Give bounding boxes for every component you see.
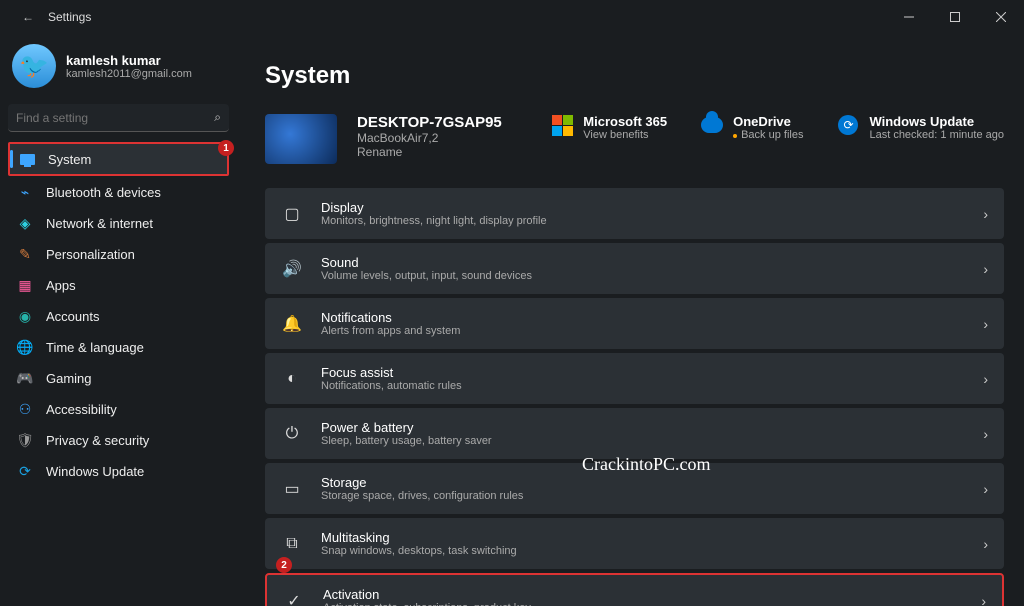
- nav-label: Privacy & security: [46, 433, 149, 448]
- tile-title: Microsoft 365: [583, 114, 667, 129]
- tile-title: OneDrive: [733, 114, 803, 129]
- nav-label: Personalization: [46, 247, 135, 262]
- moon-icon: ◐: [281, 370, 303, 388]
- brush-icon: ✎: [16, 245, 34, 263]
- nav-label: System: [48, 152, 91, 167]
- nav-accessibility[interactable]: ⚇ Accessibility: [8, 394, 235, 424]
- shield-icon: 🛡: [16, 431, 34, 449]
- warning-dot-icon: [733, 134, 737, 138]
- sidebar: 🐦 kamlesh kumar kamlesh2011@gmail.com ⌕ …: [0, 34, 235, 606]
- update-icon: ⟳: [837, 114, 859, 136]
- sync-icon: ⟳: [16, 462, 34, 480]
- tile-microsoft365[interactable]: Microsoft 365View benefits: [551, 114, 667, 141]
- nav-apps[interactable]: ▦ Apps: [8, 270, 235, 300]
- chevron-right-icon: ›: [983, 426, 988, 442]
- settings-list: ▢DisplayMonitors, brightness, night ligh…: [265, 188, 1004, 606]
- power-icon: ⏻: [281, 425, 303, 443]
- nav-label: Accounts: [46, 309, 99, 324]
- setting-notifications[interactable]: 🔔NotificationsAlerts from apps and syste…: [265, 298, 1004, 349]
- search-icon: ⌕: [214, 110, 221, 125]
- chevron-right-icon: ›: [983, 261, 988, 277]
- accessibility-icon: ⚇: [16, 400, 34, 418]
- setting-storage[interactable]: ▭StorageStorage space, drives, configura…: [265, 463, 1004, 514]
- user-email: kamlesh2011@gmail.com: [66, 68, 192, 80]
- page-title: System: [265, 62, 1004, 90]
- setting-power[interactable]: ⏻Power & batterySleep, battery usage, ba…: [265, 408, 1004, 459]
- search-input[interactable]: [16, 111, 214, 125]
- minimize-button[interactable]: [886, 0, 932, 34]
- device-model: MacBookAir7,2: [357, 131, 502, 145]
- bluetooth-icon: ⌁: [16, 183, 34, 201]
- check-circle-icon: ✓: [283, 591, 305, 606]
- chevron-right-icon: ›: [983, 316, 988, 332]
- nav-system[interactable]: System: [8, 142, 229, 176]
- tile-title: Windows Update: [869, 114, 1004, 129]
- nav-privacy[interactable]: 🛡 Privacy & security: [8, 425, 235, 455]
- nav-gaming[interactable]: 🎮 Gaming: [8, 363, 235, 393]
- monitor-icon: [18, 150, 36, 168]
- setting-sound[interactable]: 🔊SoundVolume levels, output, input, soun…: [265, 243, 1004, 294]
- user-name: kamlesh kumar: [66, 53, 192, 68]
- nav-label: Bluetooth & devices: [46, 185, 161, 200]
- nav-list: System ⌁ Bluetooth & devices ◈ Network & i…: [8, 142, 235, 486]
- chevron-right-icon: ›: [981, 593, 986, 606]
- window-title: Settings: [48, 10, 91, 24]
- tile-onedrive[interactable]: OneDriveBack up files: [701, 114, 803, 141]
- annotation-badge-2: 2: [276, 557, 292, 573]
- drive-icon: ▭: [281, 479, 303, 499]
- bell-icon: 🔔: [281, 314, 303, 334]
- device-header: DESKTOP-7GSAP95 MacBookAir7,2 Rename Mic…: [265, 114, 1004, 164]
- microsoft365-icon: [551, 114, 573, 136]
- window-controls: [886, 0, 1024, 34]
- tile-sub: Back up files: [733, 129, 803, 141]
- chevron-right-icon: ›: [983, 481, 988, 497]
- nav-label: Time & language: [46, 340, 144, 355]
- titlebar: ← Settings: [0, 0, 1024, 34]
- annotation-badge-1: 1: [218, 140, 234, 156]
- windows-icon: ⧉: [281, 535, 303, 553]
- main-content: System DESKTOP-7GSAP95 MacBookAir7,2 Ren…: [235, 34, 1024, 606]
- chevron-right-icon: ›: [983, 206, 988, 222]
- globe-icon: 🌐: [16, 338, 34, 356]
- nav-label: Apps: [46, 278, 76, 293]
- nav-network[interactable]: ◈ Network & internet: [8, 208, 235, 238]
- nav-personalization[interactable]: ✎ Personalization: [8, 239, 235, 269]
- avatar: 🐦: [12, 44, 56, 88]
- nav-label: Gaming: [46, 371, 92, 386]
- apps-icon: ▦: [16, 276, 34, 294]
- nav-accounts[interactable]: ◉ Accounts: [8, 301, 235, 331]
- person-icon: ◉: [16, 307, 34, 325]
- device-name: DESKTOP-7GSAP95: [357, 114, 502, 131]
- device-thumbnail: [265, 114, 337, 164]
- nav-bluetooth[interactable]: ⌁ Bluetooth & devices: [8, 177, 235, 207]
- nav-label: Windows Update: [46, 464, 144, 479]
- setting-focus-assist[interactable]: ◐Focus assistNotifications, automatic ru…: [265, 353, 1004, 404]
- sound-icon: 🔊: [281, 259, 303, 279]
- rename-link[interactable]: Rename: [357, 145, 502, 159]
- nav-label: Network & internet: [46, 216, 153, 231]
- close-button[interactable]: [978, 0, 1024, 34]
- tile-sub: Last checked: 1 minute ago: [869, 129, 1004, 141]
- cloud-icon: [701, 114, 723, 136]
- maximize-button[interactable]: [932, 0, 978, 34]
- setting-multitasking[interactable]: ⧉MultitaskingSnap windows, desktops, tas…: [265, 518, 1004, 569]
- back-button[interactable]: ←: [8, 10, 48, 24]
- chevron-right-icon: ›: [983, 371, 988, 387]
- nav-windows-update[interactable]: ⟳ Windows Update: [8, 456, 235, 486]
- tile-windows-update[interactable]: ⟳ Windows UpdateLast checked: 1 minute a…: [837, 114, 1004, 141]
- display-icon: ▢: [281, 204, 303, 224]
- setting-display[interactable]: ▢DisplayMonitors, brightness, night ligh…: [265, 188, 1004, 239]
- chevron-right-icon: ›: [983, 536, 988, 552]
- nav-label: Accessibility: [46, 402, 117, 417]
- search-box[interactable]: ⌕: [8, 104, 229, 132]
- nav-time[interactable]: 🌐 Time & language: [8, 332, 235, 362]
- user-profile[interactable]: 🐦 kamlesh kumar kamlesh2011@gmail.com: [8, 38, 235, 104]
- wifi-icon: ◈: [16, 214, 34, 232]
- tile-sub: View benefits: [583, 129, 667, 141]
- gamepad-icon: 🎮: [16, 369, 34, 387]
- setting-activation[interactable]: ✓ActivationActivation state, subscriptio…: [265, 573, 1004, 606]
